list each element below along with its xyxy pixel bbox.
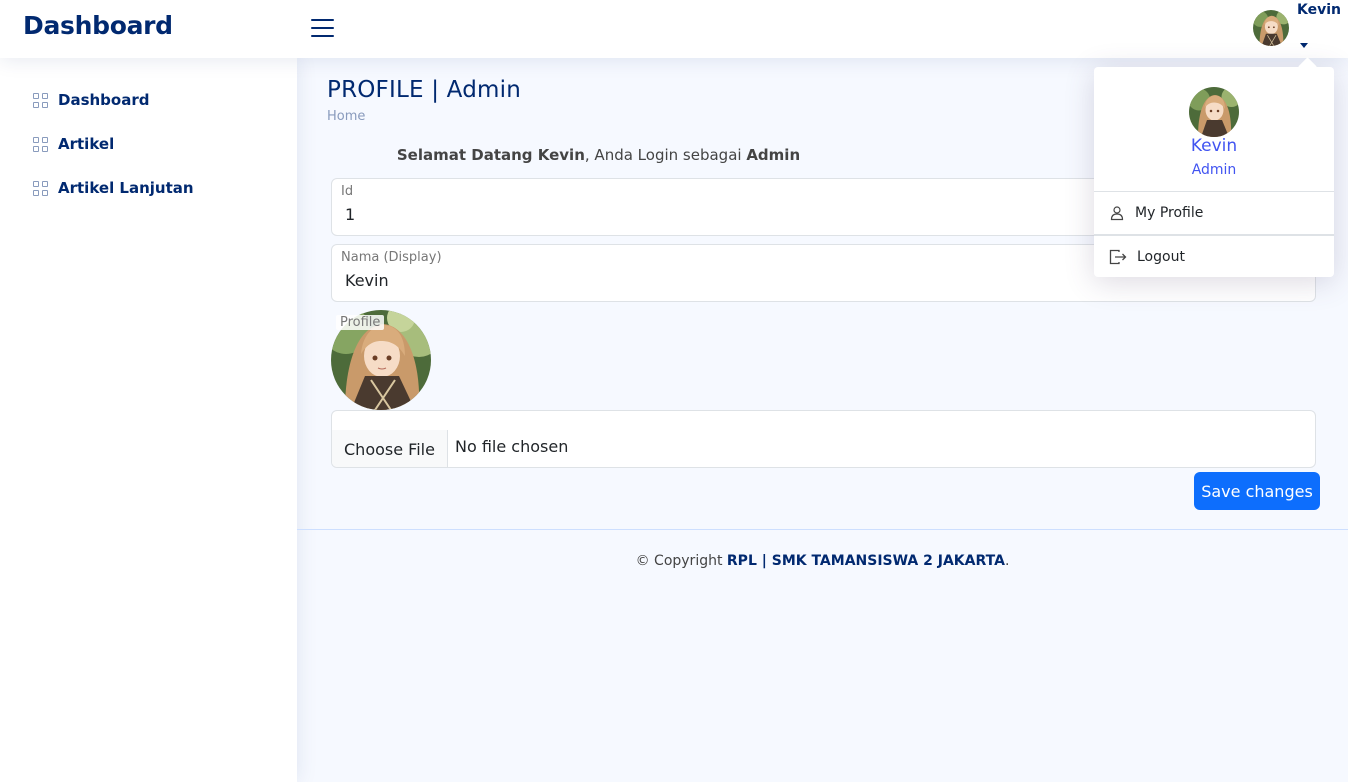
id-label: Id (341, 184, 354, 199)
copyright: © Copyright RPL | SMK TAMANSISWA 2 JAKAR… (297, 553, 1348, 569)
sidebar-item-label: Artikel (58, 135, 115, 153)
sidebar-item-artikel[interactable]: Artikel (33, 132, 114, 156)
dropdown-divider (1094, 191, 1334, 192)
choose-file-button[interactable]: Choose File (332, 430, 448, 467)
footer: © Copyright RPL | SMK TAMANSISWA 2 JAKAR… (297, 529, 1348, 782)
menu-toggle-icon[interactable] (311, 17, 335, 39)
copyright-prefix: © Copyright (635, 553, 727, 569)
profile-dropdown: Kevin Admin My Profile Logout (1094, 67, 1334, 277)
dropdown-name: Kevin (1190, 136, 1238, 156)
logout-menu-item[interactable]: Logout (1094, 237, 1334, 277)
logout-label: Logout (1137, 249, 1185, 265)
header-username[interactable]: Kevin (1297, 2, 1341, 18)
copyright-suffix: . (1004, 553, 1010, 569)
my-profile-label: My Profile (1135, 205, 1204, 221)
sidebar-item-label: Dashboard (58, 91, 150, 109)
avatar-image (1253, 10, 1289, 46)
welcome-middle: , Anda Login sebagai (584, 146, 747, 164)
avatar-image (1189, 87, 1239, 137)
copyright-brand: RPL | SMK TAMANSISWA 2 JAKARTA (726, 553, 1005, 569)
person-icon (1110, 206, 1124, 221)
profile-label: Profile (336, 315, 385, 330)
save-changes-button[interactable]: Save changes (1194, 472, 1320, 510)
my-profile-menu-item[interactable]: My Profile (1094, 193, 1334, 233)
sidebar-item-label: Artikel Lanjutan (58, 179, 194, 197)
logout-icon (1109, 249, 1127, 265)
grid-icon (33, 180, 48, 196)
dropdown-divider (1094, 234, 1334, 236)
caret-down-icon[interactable] (1300, 43, 1308, 48)
sidebar: Dashboard Artikel Artikel Lanjutan (0, 58, 297, 782)
breadcrumb-home[interactable]: Home (327, 109, 365, 124)
top-header: Dashboard Kevin (0, 0, 1348, 58)
name-label: Nama (Display) (341, 250, 442, 265)
grid-icon (33, 136, 48, 152)
header-avatar[interactable] (1253, 10, 1289, 46)
welcome-message: Selamat Datang Kevin, Anda Login sebagai… (331, 146, 866, 164)
welcome-role: Admin (746, 146, 801, 164)
dropdown-avatar (1189, 87, 1239, 137)
logo[interactable]: Dashboard (23, 11, 173, 40)
grid-icon (33, 92, 48, 108)
file-input[interactable]: Choose File No file chosen (331, 410, 1316, 468)
page-title: PROFILE | Admin (327, 77, 521, 103)
sidebar-item-dashboard[interactable]: Dashboard (33, 88, 149, 112)
sidebar-item-artikel-lanjutan[interactable]: Artikel Lanjutan (33, 176, 194, 200)
file-status: No file chosen (455, 437, 569, 456)
welcome-greeting: Selamat Datang Kevin (396, 146, 585, 164)
dropdown-role: Admin (1191, 162, 1237, 178)
